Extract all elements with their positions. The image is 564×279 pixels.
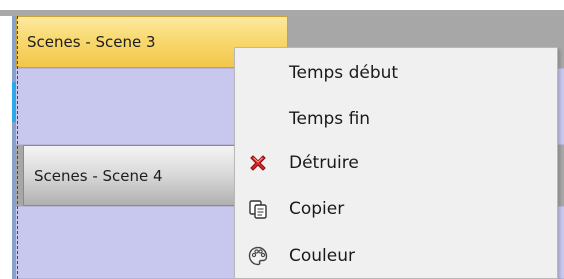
menu-item-detruire-label: Détruire [289, 153, 359, 173]
lane-selection-marker [12, 82, 16, 122]
menu-item-temps-debut-label: Temps début [289, 63, 399, 83]
track-row-2-header [12, 145, 16, 206]
menu-item-couleur-label: Couleur [289, 246, 355, 266]
context-menu: Temps début Temps fin Détruire Copier Co… [234, 47, 558, 279]
menu-item-temps-fin-label: Temps fin [289, 109, 371, 129]
menu-item-copier[interactable]: Copier [235, 191, 557, 227]
playhead-cursor[interactable] [17, 16, 18, 279]
menu-item-temps-fin[interactable]: Temps fin [235, 101, 557, 137]
clip-scene-4-label: Scenes - Scene 4 [34, 166, 163, 185]
menu-item-couleur[interactable]: Couleur [235, 238, 557, 274]
clip-scene-3-label: Scenes - Scene 3 [27, 33, 156, 51]
menu-item-copier-label: Copier [289, 199, 345, 219]
copy-icon [247, 198, 269, 220]
menu-item-detruire[interactable]: Détruire [235, 145, 557, 181]
track-lane-2-header [12, 206, 16, 279]
palette-icon [247, 245, 269, 267]
menu-item-temps-debut[interactable]: Temps début [235, 55, 557, 91]
red-x-icon [247, 152, 269, 174]
